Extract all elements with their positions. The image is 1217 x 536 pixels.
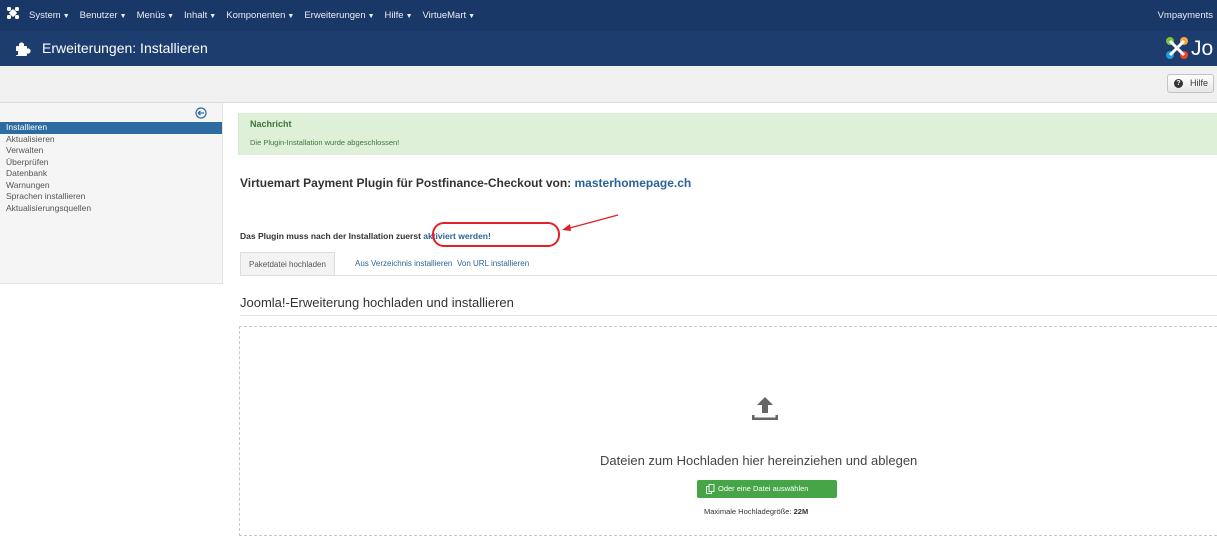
sidebar-item-ueberpruefen[interactable]: Überprüfen <box>0 157 222 169</box>
install-tabs: Paketdatei hochladen Aus Verzeichnis ins… <box>240 252 1217 276</box>
choose-file-label: Oder eine Datei auswählen <box>718 484 809 493</box>
sidebar-item-sprachen-installieren[interactable]: Sprachen installieren <box>0 191 222 203</box>
menu-menus[interactable]: Menüs ▼ <box>132 0 179 31</box>
caret-down-icon: ▼ <box>367 13 375 20</box>
upload-icon <box>752 397 778 420</box>
menu-label: System <box>29 10 61 21</box>
sidebar: Installieren Aktualisieren Verwalten Übe… <box>0 103 223 284</box>
drop-instructions: Dateien zum Hochladen hier hereinziehen … <box>600 453 918 468</box>
top-menu-bar: System ▼ Benutzer ▼ Menüs ▼ Inhalt ▼ Kompone… <box>0 0 1217 31</box>
plugin-title-text: Virtuemart Payment Plugin für Postfinanc… <box>240 176 575 190</box>
choose-file-button[interactable]: Oder eine Datei auswählen <box>697 480 837 498</box>
menu-benutzer[interactable]: Benutzer ▼ <box>75 0 132 31</box>
annotation-ellipse <box>432 222 560 247</box>
tab-aus-verzeichnis-installieren[interactable]: Aus Verzeichnis installieren <box>347 252 460 275</box>
collapse-sidebar-icon[interactable] <box>195 107 207 119</box>
sidebar-item-aktualisierungsquellen[interactable]: Aktualisierungsquellen <box>0 203 222 215</box>
copy-icon <box>706 484 715 494</box>
tab-paketdatei-hochladen[interactable]: Paketdatei hochladen <box>240 252 335 275</box>
sidebar-item-installieren[interactable]: Installieren <box>0 122 222 134</box>
joomla-icon[interactable] <box>6 6 20 20</box>
menu-hilfe[interactable]: Hilfe ▼ <box>380 0 418 31</box>
caret-down-icon: ▼ <box>468 13 476 20</box>
menu-label: Hilfe <box>384 10 404 21</box>
menu-label: Inhalt <box>184 10 208 21</box>
menu-komponenten[interactable]: Komponenten ▼ <box>221 0 299 31</box>
brand-text: Jo <box>1191 37 1214 60</box>
sidebar-item-aktualisieren[interactable]: Aktualisieren <box>0 134 222 146</box>
caret-down-icon: ▼ <box>287 13 295 20</box>
help-label: Hilfe <box>1190 78 1209 88</box>
menu-label: VirtueMart <box>422 10 467 21</box>
joomla-logo-icon <box>1166 37 1188 59</box>
user-menu[interactable]: Vmpayments <box>1158 0 1213 31</box>
caret-down-icon: ▼ <box>167 13 175 20</box>
question-icon: ? <box>1174 79 1183 88</box>
success-message: Nachricht Die Plugin-Installation wurde … <box>238 113 1217 155</box>
max-size-value: 22M <box>793 507 809 516</box>
menu-virtuemart[interactable]: VirtueMart ▼ <box>418 0 481 31</box>
sidebar-nav: Installieren Aktualisieren Verwalten Übe… <box>0 122 222 214</box>
menu-label: Menüs <box>136 10 166 21</box>
max-upload-size: Maximale Hochladegröße: 22M <box>704 507 808 516</box>
menu-erweiterungen[interactable]: Erweiterungen ▼ <box>299 0 379 31</box>
menu-label: Erweiterungen <box>304 10 366 21</box>
sidebar-item-warnungen[interactable]: Warnungen <box>0 180 222 192</box>
tab-von-url-installieren[interactable]: Von URL installieren <box>449 252 537 275</box>
caret-down-icon: ▼ <box>119 13 127 20</box>
message-heading: Nachricht <box>250 119 292 129</box>
section-title: Joomla!-Erweiterung hochladen und instal… <box>240 295 514 310</box>
plugin-author-link[interactable]: masterhomepage.ch <box>575 176 692 190</box>
page-title: Erweiterungen: Installieren <box>42 40 208 56</box>
sidebar-item-datenbank[interactable]: Datenbank <box>0 168 222 180</box>
upload-dropzone[interactable] <box>239 326 1217 536</box>
plugin-title: Virtuemart Payment Plugin für Postfinanc… <box>240 176 691 190</box>
menu-label: Benutzer <box>79 10 118 21</box>
page-header: Erweiterungen: Installieren Jo <box>0 31 1217 66</box>
joomla-brand: Jo <box>1163 35 1217 62</box>
caret-down-icon: ▼ <box>209 13 217 20</box>
annotation-arrow-icon <box>562 214 619 231</box>
max-size-label: Maximale Hochladegröße: <box>704 507 794 516</box>
caret-down-icon: ▼ <box>62 13 70 20</box>
sidebar-item-verwalten[interactable]: Verwalten <box>0 145 222 157</box>
menu-system[interactable]: System ▼ <box>24 0 75 31</box>
menu-label: Komponenten <box>226 10 286 21</box>
menu-inhalt[interactable]: Inhalt ▼ <box>179 0 221 31</box>
divider <box>240 315 1217 316</box>
main-menu: System ▼ Benutzer ▼ Menüs ▼ Inhalt ▼ Kompone… <box>24 0 480 31</box>
activation-note-text: Das Plugin muss nach der Installation zu… <box>240 231 424 241</box>
caret-down-icon: ▼ <box>405 13 413 20</box>
message-text: Die Plugin-Installation wurde abgeschlos… <box>250 138 400 147</box>
help-button[interactable]: ? Hilfe <box>1167 74 1214 93</box>
puzzle-icon <box>15 42 31 56</box>
toolbar: ? Hilfe <box>0 66 1217 103</box>
